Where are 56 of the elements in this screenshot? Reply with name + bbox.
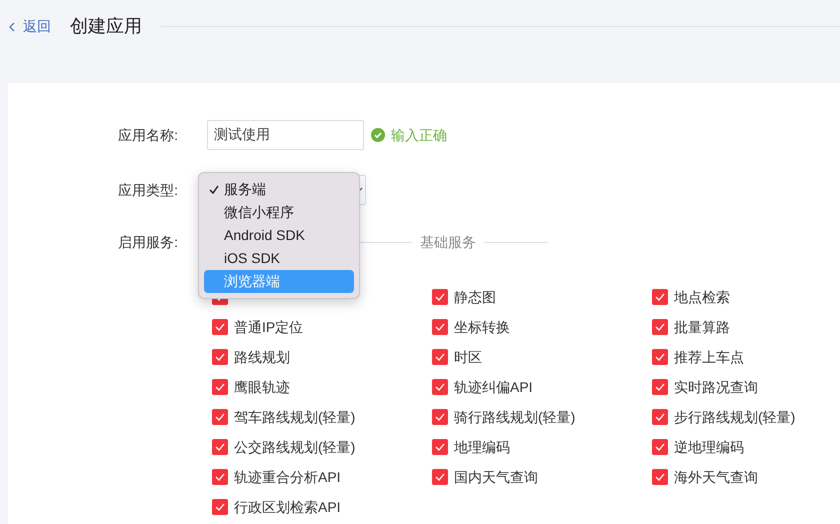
service-label: 逆地理编码 bbox=[674, 438, 744, 456]
service-label: 推荐上车点 bbox=[674, 348, 744, 366]
service-label: 行政区划检索API bbox=[234, 498, 341, 516]
checkbox[interactable] bbox=[652, 469, 668, 485]
service-label: 海外天气查询 bbox=[674, 468, 758, 486]
dropdown-option[interactable]: iOS SDK bbox=[204, 247, 354, 270]
checkbox[interactable] bbox=[212, 319, 228, 335]
checkbox[interactable] bbox=[652, 289, 668, 305]
service-label: 鹰眼轨迹 bbox=[234, 378, 290, 396]
back-link[interactable]: 返回 bbox=[9, 16, 51, 37]
checkbox[interactable] bbox=[432, 379, 448, 395]
checkbox[interactable] bbox=[652, 319, 668, 335]
checkbox[interactable] bbox=[432, 469, 448, 485]
checkbox[interactable] bbox=[212, 469, 228, 485]
dropdown-option[interactable]: Android SDK bbox=[204, 224, 354, 247]
service-label: 步行路线规划(轻量) bbox=[674, 408, 796, 427]
name-input[interactable]: 测试使用 bbox=[207, 120, 364, 150]
checkbox[interactable] bbox=[212, 439, 228, 455]
field-label: 应用名称: bbox=[117, 126, 179, 144]
checkbox[interactable] bbox=[212, 379, 228, 395]
field-label: 启用服务: bbox=[117, 232, 179, 252]
service-label: 批量算路 bbox=[674, 318, 730, 336]
checkbox[interactable] bbox=[432, 289, 448, 305]
service-label: 公交路线规划(轻量) bbox=[234, 438, 356, 457]
checkbox[interactable] bbox=[432, 349, 448, 365]
section-title: 基础服务 bbox=[419, 232, 477, 252]
checkbox[interactable] bbox=[432, 409, 448, 425]
checkbox[interactable] bbox=[652, 409, 668, 425]
service-label: 时区 bbox=[454, 348, 482, 366]
service-label: 轨迹纠偏API bbox=[454, 378, 533, 396]
service-label: 普通IP定位 bbox=[234, 318, 304, 336]
checkbox[interactable] bbox=[432, 319, 448, 335]
checkbox[interactable] bbox=[652, 439, 668, 455]
dropdown-option[interactable]: 微信小程序 bbox=[204, 201, 354, 224]
validation-message: 输入正确 bbox=[391, 126, 447, 144]
service-label: 地点检索 bbox=[674, 288, 730, 306]
field-label: 应用类型: bbox=[117, 180, 179, 200]
checkbox[interactable] bbox=[652, 349, 668, 365]
checkbox[interactable] bbox=[212, 499, 228, 515]
service-label: 地理编码 bbox=[454, 438, 510, 456]
service-label: 骑行路线规划(轻量) bbox=[454, 408, 576, 427]
service-label: 坐标转换 bbox=[454, 318, 510, 336]
service-label: 驾车路线规划(轻量) bbox=[234, 408, 356, 427]
chevron-left-icon bbox=[9, 22, 15, 32]
checkbox[interactable] bbox=[652, 379, 668, 395]
checkbox[interactable] bbox=[212, 349, 228, 365]
dropdown-option[interactable]: 服务端 bbox=[204, 178, 354, 201]
check-circle-icon bbox=[371, 128, 385, 142]
service-label: 路线规划 bbox=[234, 348, 290, 366]
page-title: 创建应用 bbox=[70, 15, 142, 38]
checkbox[interactable] bbox=[432, 439, 448, 455]
service-label: 实时路况查询 bbox=[674, 378, 758, 396]
service-label: 静态图 bbox=[454, 288, 496, 306]
checkbox[interactable] bbox=[212, 409, 228, 425]
service-label: 国内天气查询 bbox=[454, 468, 538, 486]
service-label: 轨迹重合分析API bbox=[234, 468, 341, 486]
